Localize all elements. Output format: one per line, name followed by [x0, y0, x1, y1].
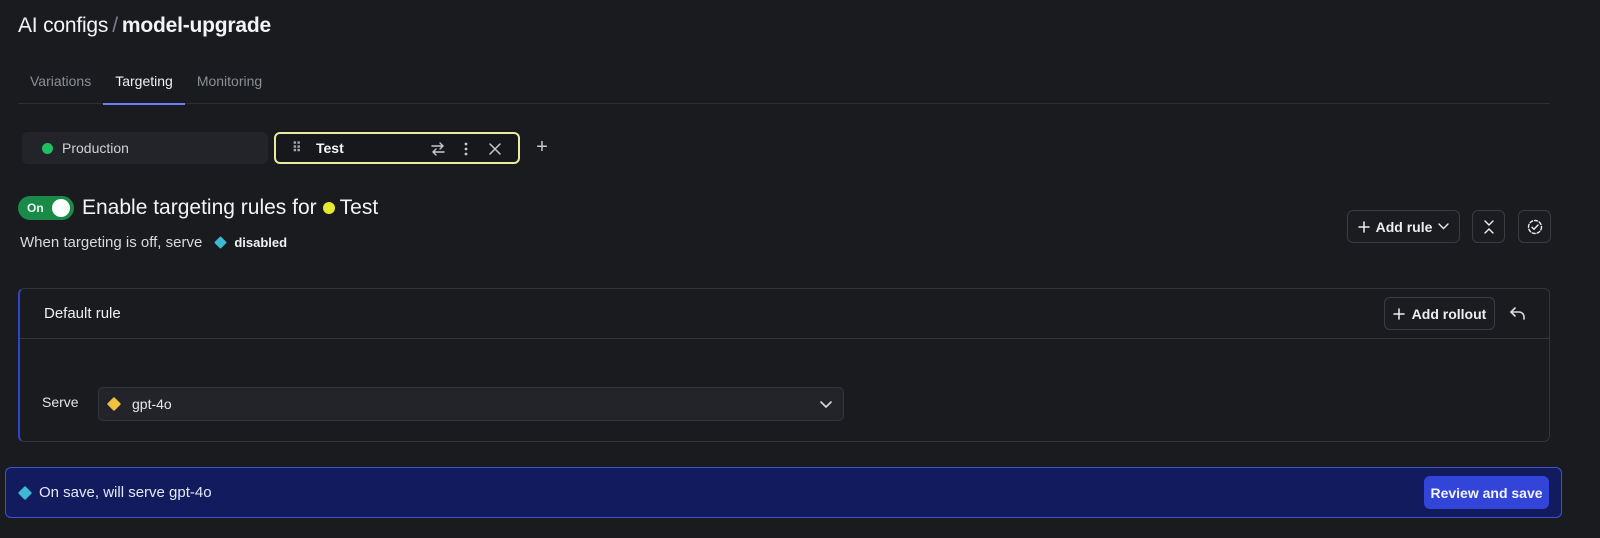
dashed-check-circle-icon	[1527, 219, 1542, 234]
add-rule-label: Add rule	[1375, 218, 1433, 235]
off-serve-label: When targeting is off, serve	[20, 234, 203, 251]
add-environment-button[interactable]: +	[531, 137, 553, 159]
check-status-button[interactable]	[1518, 210, 1551, 243]
environment-color-dot	[42, 142, 53, 154]
toggle-label: On	[27, 201, 44, 215]
default-rule-header: Default rule Add rollout	[20, 289, 1549, 339]
swap-icon[interactable]	[428, 139, 448, 159]
targeting-heading-text: Enable targeting rules for	[82, 196, 317, 219]
targeting-toggle[interactable]: On	[18, 196, 74, 220]
serve-variation-value: gpt-4o	[132, 396, 172, 412]
add-rollout-button[interactable]: Add rollout	[1384, 297, 1495, 330]
off-variation-value: disabled	[234, 235, 288, 250]
chevron-down-icon	[1438, 223, 1450, 230]
page-title: AI configs / model-upgrade	[18, 14, 271, 38]
drag-handle-icon[interactable]: ⠿	[292, 140, 306, 156]
variation-diamond-icon	[17, 485, 33, 500]
tab-targeting[interactable]: Targeting	[103, 60, 185, 105]
add-rule-button[interactable]: Add rule	[1347, 210, 1460, 243]
save-bar: On save, will serve gpt-4o Review and sa…	[5, 467, 1562, 518]
breadcrumb-parent[interactable]: AI configs	[18, 14, 108, 37]
save-message-text: On save, will serve gpt-4o	[39, 484, 212, 501]
plus-icon	[1392, 307, 1405, 320]
environment-name: Test	[316, 140, 344, 156]
tab-bar: Variations Targeting Monitoring	[18, 60, 1550, 105]
undo-icon[interactable]	[1506, 301, 1530, 325]
plus-icon	[1357, 220, 1370, 233]
chevron-down-icon	[820, 401, 832, 409]
collapse-all-button[interactable]	[1472, 210, 1505, 243]
breadcrumb-current: model-upgrade	[121, 14, 271, 37]
tab-monitoring[interactable]: Monitoring	[185, 60, 274, 104]
serve-label: Serve	[42, 394, 79, 410]
collapse-icon	[1483, 219, 1494, 234]
default-rule-card: Default rule Add rollout Serve gpt-4o	[18, 288, 1550, 442]
add-rollout-label: Add rollout	[1411, 305, 1487, 322]
environment-tab-production[interactable]: Production	[22, 132, 268, 164]
default-rule-title: Default rule	[44, 305, 121, 322]
variation-diamond-icon	[106, 396, 122, 412]
environment-color-dot	[322, 202, 335, 214]
more-options-icon[interactable]	[456, 139, 476, 159]
review-and-save-button[interactable]: Review and save	[1424, 476, 1549, 509]
tab-variations[interactable]: Variations	[18, 60, 103, 104]
off-variation-info: When targeting is off, serve disabled	[20, 234, 287, 251]
targeting-heading: Enable targeting rules for Test	[82, 196, 378, 220]
breadcrumb-separator: /	[112, 14, 118, 37]
targeting-environment-name: Test	[339, 196, 379, 219]
close-icon[interactable]	[485, 139, 505, 159]
toggle-knob	[52, 199, 70, 217]
serve-variation-select[interactable]: gpt-4o	[98, 387, 844, 421]
environment-tab-test[interactable]: ⠿ Test	[274, 132, 520, 164]
environment-name: Production	[62, 140, 129, 156]
save-message: On save, will serve gpt-4o	[17, 484, 212, 501]
variation-diamond-icon	[214, 236, 228, 249]
